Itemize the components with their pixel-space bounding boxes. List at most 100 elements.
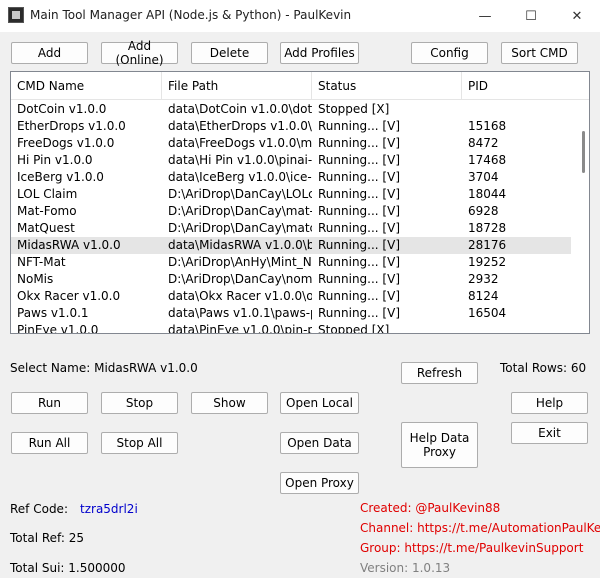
add-online-button[interactable]: Add (Online): [101, 39, 178, 67]
total-rows-label: Total Rows:: [500, 361, 568, 375]
ref-code-label: Ref Code:: [10, 502, 68, 516]
cmd-name-cell: Paws v1.0.1: [17, 306, 89, 320]
table-row[interactable]: IceBerg v1.0.0 data\IceBerg v1.0.0\ice-pr…: [11, 169, 571, 186]
table-row[interactable]: Paws v1.0.1 data\Paws v1.0.1\paws-pr... Ru…: [11, 305, 571, 322]
file-path-cell: data\MidasRWA v1.0.0\b...: [168, 238, 312, 252]
column-header-file-path[interactable]: File Path: [162, 72, 312, 100]
file-path-cell: data\FreeDogs v1.0.0\mai...: [168, 136, 312, 150]
sort-cmd-button[interactable]: Sort CMD: [501, 42, 578, 64]
pid-cell: [462, 101, 572, 118]
file-path-cell: data\EtherDrops v1.0.0\bo...: [168, 119, 312, 133]
total-sui-label: Total Sui:: [10, 561, 65, 575]
status-cell: Running... [V]: [318, 221, 401, 235]
file-path-cell: D:\AriDrop\AnHy\Mint_NF...: [168, 255, 312, 269]
total-rows-value: 60: [570, 361, 587, 375]
cmd-name-cell: MatQuest: [17, 221, 75, 235]
stop-button[interactable]: Stop: [101, 392, 178, 414]
column-header-cmd-name[interactable]: CMD Name: [11, 72, 162, 100]
pid-cell: 16504: [468, 306, 507, 320]
file-path-cell: data\Paws v1.0.1\paws-pr...: [168, 306, 312, 320]
app-icon: [8, 7, 24, 23]
status-cell: Running... [V]: [318, 136, 401, 150]
pid-cell: 19252: [468, 255, 507, 269]
close-button[interactable]: ✕: [554, 0, 600, 32]
table-row[interactable]: Hi Pin v1.0.0 data\Hi Pin v1.0.0\pinai-pr…: [11, 152, 571, 169]
select-name-value: MidasRWA v1.0.0: [94, 361, 198, 375]
status-cell: Running... [V]: [318, 306, 401, 320]
version-text: Version: 1.0.13: [360, 561, 451, 575]
minimize-button[interactable]: —: [462, 0, 508, 32]
total-rows-text: Total Rows: 60: [500, 361, 586, 375]
column-header-pid[interactable]: PID: [462, 72, 589, 100]
pid-cell: 18044: [468, 187, 507, 201]
table-row[interactable]: MidasRWA v1.0.0 data\MidasRWA v1.0.0\b...…: [11, 237, 571, 254]
open-proxy-button[interactable]: Open Proxy: [280, 472, 359, 494]
cmd-name-cell: IceBerg v1.0.0: [17, 170, 104, 184]
pid-cell: 17468: [468, 153, 507, 167]
run-button[interactable]: Run: [11, 392, 88, 414]
config-button[interactable]: Config: [411, 42, 488, 64]
pid-cell: 28176: [468, 238, 507, 252]
table-row[interactable]: Mat-Fomo D:\AriDrop\DanCay\mat-fo... Runni…: [11, 203, 571, 220]
table-row[interactable]: NoMis D:\AriDrop\DanCay\nomis... Running..…: [11, 271, 571, 288]
add-button[interactable]: Add: [11, 42, 88, 64]
cmd-name-cell: Hi Pin v1.0.0: [17, 153, 93, 167]
open-local-button[interactable]: Open Local: [280, 392, 359, 414]
pid-cell: 18728: [468, 221, 507, 235]
help-data-proxy-button[interactable]: Help Data Proxy: [401, 422, 478, 468]
table-row[interactable]: MatQuest D:\AriDrop\DanCay\match... Runnin…: [11, 220, 571, 237]
open-data-button[interactable]: Open Data: [280, 432, 359, 454]
table-row[interactable]: EtherDrops v1.0.0 data\EtherDrops v1.0.0\…: [11, 118, 571, 135]
pid-cell: [462, 322, 572, 333]
status-cell: Stopped [X]: [318, 323, 390, 334]
file-path-cell: D:\AriDrop\DanCay\nomis...: [168, 272, 312, 286]
status-cell: Running... [V]: [318, 238, 401, 252]
scrollbar-thumb[interactable]: [582, 131, 585, 173]
file-path-cell: data\DotCoin v1.0.0\dotco...: [168, 102, 312, 116]
vertical-scrollbar[interactable]: [580, 101, 589, 333]
table-row[interactable]: Okx Racer v1.0.0 data\Okx Racer v1.0.0\ok…: [11, 288, 571, 305]
status-cell: Running... [V]: [318, 272, 401, 286]
show-button[interactable]: Show: [191, 392, 268, 414]
run-all-button[interactable]: Run All: [11, 432, 88, 454]
file-path-cell: data\IceBerg v1.0.0\ice-pr...: [168, 170, 312, 184]
column-header-status[interactable]: Status: [312, 72, 462, 100]
table-row[interactable]: PinEye v1.0.0 data\PinEye v1.0.0\pin-pro.…: [11, 322, 572, 334]
pid-cell: 6928: [468, 204, 499, 218]
group-link[interactable]: Group: https://t.me/PaulkevinSupport: [360, 541, 583, 555]
status-cell: Running... [V]: [318, 255, 401, 269]
total-ref-text: Total Ref: 25: [10, 531, 84, 545]
cmd-name-cell: DotCoin v1.0.0: [17, 102, 107, 116]
total-ref-value: 25: [68, 531, 84, 545]
status-cell: Running... [V]: [318, 119, 401, 133]
status-cell: Running... [V]: [318, 289, 401, 303]
created-by-text[interactable]: Created: @PaulKevin88: [360, 501, 500, 515]
ref-code-value[interactable]: tzra5drl2i: [80, 502, 138, 516]
maximize-button[interactable]: ☐: [508, 0, 554, 32]
cmd-name-cell: Mat-Fomo: [17, 204, 77, 218]
file-path-cell: D:\AriDrop\DanCay\LOLcl...: [168, 187, 312, 201]
pid-cell: 2932: [468, 272, 499, 286]
window-title: Main Tool Manager API (Node.js & Python)…: [30, 8, 352, 22]
help-button[interactable]: Help: [511, 392, 588, 414]
file-path-cell: D:\AriDrop\DanCay\mat-fo...: [168, 204, 312, 218]
table-row[interactable]: LOL Claim D:\AriDrop\DanCay\LOLcl... Runni…: [11, 186, 571, 203]
stop-all-button[interactable]: Stop All: [101, 432, 178, 454]
file-path-cell: D:\AriDrop\DanCay\match...: [168, 221, 312, 235]
channel-link[interactable]: Channel: https://t.me/AutomationPaulKevi…: [360, 521, 600, 535]
file-path-cell: data\Hi Pin v1.0.0\pinai-pr...: [168, 153, 312, 167]
list-header: CMD Name File Path Status PID: [11, 72, 589, 100]
exit-button[interactable]: Exit: [511, 422, 588, 444]
table-row[interactable]: NFT-Mat D:\AriDrop\AnHy\Mint_NF... Running…: [11, 254, 571, 271]
table-row[interactable]: FreeDogs v1.0.0 data\FreeDogs v1.0.0\mai.…: [11, 135, 571, 152]
delete-button[interactable]: Delete: [191, 42, 268, 64]
cmd-name-cell: Okx Racer v1.0.0: [17, 289, 121, 303]
file-path-cell: data\PinEye v1.0.0\pin-pro...: [168, 323, 312, 334]
cmd-name-cell: PinEye v1.0.0: [17, 323, 99, 334]
table-row[interactable]: DotCoin v1.0.0 data\DotCoin v1.0.0\dotco.…: [11, 101, 571, 118]
cmd-list[interactable]: CMD Name File Path Status PID DotCoin v1…: [10, 71, 590, 334]
refresh-button[interactable]: Refresh: [401, 362, 478, 384]
add-profiles-button[interactable]: Add Profiles: [280, 42, 359, 64]
pid-cell: 8124: [468, 289, 499, 303]
status-cell: Running... [V]: [318, 170, 401, 184]
